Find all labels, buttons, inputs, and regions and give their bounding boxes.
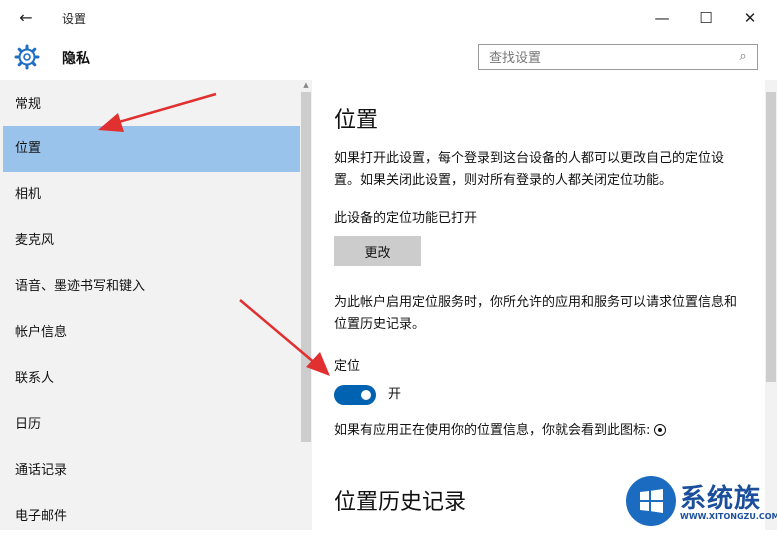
change-button[interactable]: 更改 [334, 236, 421, 266]
location-toggle-label: 定位 [334, 359, 361, 374]
toggle-state: 开 [388, 387, 402, 402]
close-button[interactable]: ✕ [732, 4, 768, 32]
account-description: 为此帐户启用定位服务时，你所允许的应用和服务可以请求位置信息和位置历史记录。 [334, 295, 738, 332]
sidebar-item-general[interactable]: 常规 [3, 82, 300, 128]
location-indicator-icon [654, 424, 667, 436]
content-scroll-thumb[interactable] [766, 92, 776, 382]
history-heading: 位置历史记录 [334, 490, 467, 515]
search-icon[interactable]: ⌕ [735, 48, 751, 66]
sidebar: 常规 位置 相机 麦克风 语音、墨迹书写和键入 帐户信息 联系人 日历 通话记录… [0, 80, 312, 530]
minimize-button[interactable]: — [644, 4, 680, 32]
watermark-text: 系统族 [680, 484, 762, 514]
toggle-knob [361, 390, 371, 400]
sidebar-scroll-thumb[interactable] [301, 92, 311, 442]
title-bar: ← 设置 — ☐ ✕ [0, 0, 777, 36]
main-content: 位置 如果打开此设置，每个登录到这台设备的人都可以更改自己的定位设置。如果关闭此… [312, 80, 777, 530]
windows-logo-icon [626, 476, 676, 526]
sidebar-item-location[interactable]: 位置 [3, 126, 300, 172]
sidebar-item-contacts[interactable]: 联系人 [3, 356, 300, 402]
sidebar-item-camera[interactable]: 相机 [3, 172, 300, 218]
icon-note: 如果有应用正在使用你的位置信息，你就会看到此图标: [334, 420, 744, 442]
icon-note-text: 如果有应用正在使用你的位置信息，你就会看到此图标: [334, 423, 651, 438]
gear-icon [14, 44, 40, 70]
maximize-button[interactable]: ☐ [688, 4, 724, 32]
location-description: 如果打开此设置，每个登录到这台设备的人都可以更改自己的定位设置。如果关闭此设置，… [334, 151, 725, 188]
watermark-url: WWW.XITONGZU.COM [680, 512, 777, 521]
scroll-up-icon[interactable]: ▲ [301, 80, 311, 90]
location-toggle[interactable] [334, 385, 376, 405]
sidebar-item-account-info[interactable]: 帐户信息 [3, 310, 300, 356]
search-input[interactable] [487, 48, 731, 68]
device-location-status: 此设备的定位功能已打开 [334, 211, 478, 226]
page-title: 位置 [334, 108, 379, 133]
windows-flag-icon [640, 489, 663, 513]
back-button[interactable]: ← [14, 6, 38, 30]
watermark-logo: 系统族 WWW.XITONGZU.COM [622, 476, 777, 530]
search-box[interactable]: ⌕ [478, 44, 758, 70]
app-title: 设置 [62, 12, 87, 26]
sidebar-item-email[interactable]: 电子邮件 [3, 494, 300, 540]
sidebar-item-call-history[interactable]: 通话记录 [3, 448, 300, 494]
page-header: 隐私 ⌕ [0, 36, 777, 80]
sidebar-item-microphone[interactable]: 麦克风 [3, 218, 300, 264]
sidebar-item-speech[interactable]: 语音、墨迹书写和键入 [3, 264, 300, 310]
section-title: 隐私 [62, 51, 90, 67]
sidebar-item-calendar[interactable]: 日历 [3, 402, 300, 448]
